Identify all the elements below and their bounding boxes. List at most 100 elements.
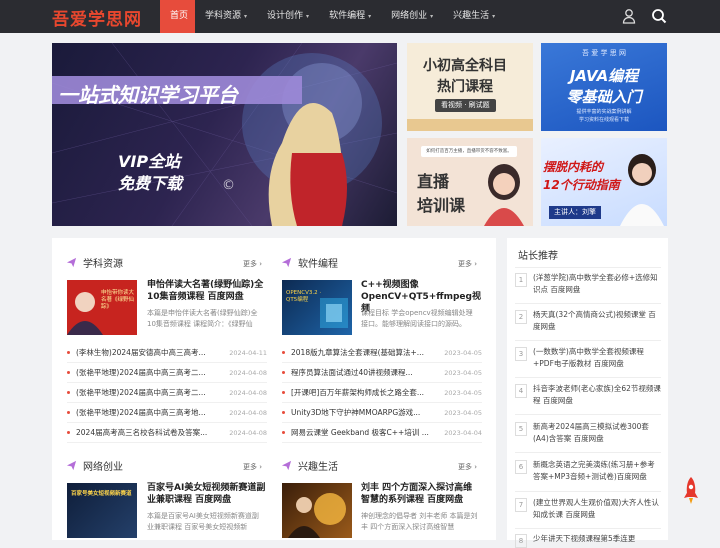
bullet-dot [67,351,70,354]
paper-plane-icon [66,257,77,267]
more-label: 更多 [458,463,472,471]
sidebar-item[interactable]: 1 (洋葱学院)高中数学全套必修+选修知识点 百度网盘 [515,272,661,296]
list-item-date: 2024-04-08 [229,428,267,437]
list-item-title: 程序员算法面试通过40讲视频课程... [291,368,413,377]
list-item-date: 2024-04-08 [229,408,267,417]
more-label: 更多 [243,463,257,471]
promo-tile-guide[interactable]: 摆脱内耗的 12个行动指南 主讲人：刘擎 [541,138,667,226]
divider [515,267,661,268]
list-item[interactable]: 2024届高考高三名校各科试卷及答案... 2024-04-08 [67,423,267,443]
list-item[interactable]: 程序员算法面试通过40讲视频课程... 2023-04-05 [282,363,482,383]
section-header-programming: 软件编程 [281,252,338,272]
list-item-title: (张艳平地理)2024届高中高三高考二... [76,368,206,377]
promo-tile-k12[interactable]: 小初高全科目 热门课程 看视频 · 刷试题 [407,43,533,131]
list-item-title: 网易云课堂 Geekband 极客C++培训 ... [291,428,429,437]
bullet-dot [282,431,285,434]
feature-thumbnail[interactable]: 百家号美女短视频新赛道 [67,483,137,538]
bullet-dot [282,351,285,354]
feature-thumbnail[interactable]: OPENCV3.2 · QT5编程 [282,280,352,335]
tile-guide-line2: 12个行动指南 [543,178,620,192]
top-navbar: 吾爱学思网 首页 学科资源 ▾ 设计创作 ▾ 软件编程 ▾ 网络创业 ▾ 兴趣生活 ▾ [0,0,720,33]
sidebar-item-label: 少年讲天下视频课程第5季连更 [533,534,636,543]
nav-subject-resources[interactable]: 学科资源 ▾ [195,0,257,33]
sidebar-item-label: (一数数学)高中数学全套视频课程+PDF电子版教材 百度网盘 [533,347,644,368]
thumbnail-text: 百家号美女短视频新赛道 [71,491,132,497]
bullet-dot [282,411,285,414]
list-item[interactable]: (张艳平地理)2024届高中高三高考二... 2024-04-08 [67,383,267,403]
list-item-date: 2023-04-05 [444,388,482,397]
nav-label: 设计创作 [267,11,304,21]
user-icon[interactable] [621,8,637,24]
sidebar-item-label: 抖音李波老师(老心家族)全62节视频课程 百度网盘 [533,384,661,405]
list-item[interactable]: (李林生物)2024届安德高中高三高考... 2024-04-11 [67,343,267,363]
sidebar-item-label: 新高考2024届高三模拟试卷300套(A4)含答案 百度网盘 [533,422,649,443]
more-link-entrepreneurship[interactable]: 更多 › [243,462,262,472]
divider [515,528,661,529]
sidebar-item-label: 新概念英语之完美演练(练习册+参考答案+MP3音频+测试卷)百度网盘 [533,460,655,481]
back-to-top-rocket-icon[interactable] [681,476,701,506]
list-item-date: 2023-04-05 [444,408,482,417]
list-item-date: 2024-04-11 [229,348,267,357]
feature-description: 本篇是申怡伴读大名著(绿野仙踪)全10集音频课程 课程简介：《绿野仙 [147,309,258,328]
hero-banner[interactable]: 一站式知识学习平台 VIP全站 免费下载 © [52,43,397,226]
tile-java-line2: 零基础入门 [566,88,642,106]
feature-title[interactable]: 百家号AI美女短视频新赛道副业兼职课程 百度网盘 [147,482,267,506]
nav-entrepreneurship[interactable]: 网络创业 ▾ [381,0,443,33]
chevron-down-icon: ▾ [306,13,310,20]
list-item[interactable]: [开课吧]百万年薪架构师成长之路全套... 2023-04-05 [282,383,482,403]
more-link-programming[interactable]: 更多 › [458,259,477,269]
search-icon[interactable] [651,8,667,24]
list-item[interactable]: (张艳平地理)2024届高中高三高考二... 2024-04-08 [67,363,267,383]
sidebar-item-label: 杨天真(32个高情商公式)视频课堂 百度网盘 [533,310,656,331]
nav-label: 网络创业 [391,11,428,21]
bullet-dot [282,391,285,394]
promo-tile-java[interactable]: 吾 爱 学 思 网 JAVA编程 零基础入门 提供丰富的实战案例讲解 学习资料在… [541,43,667,131]
rank-number: 4 [515,384,527,398]
tile-live-line1: 直播 [417,172,450,191]
section-header-entrepreneurship: 网络创业 [66,455,123,475]
more-link-subjects[interactable]: 更多 › [243,259,262,269]
sidebar-item[interactable]: 4 抖音李波老师(老心家族)全62节视频课程 百度网盘 [515,383,661,407]
nav-label: 学科资源 [205,11,242,21]
chevron-down-icon: ▾ [430,13,434,20]
feature-description: 神创理念的倡导者 刘丰老师 本篇是刘丰 四个方面深入探讨高维智慧 [361,512,478,531]
site-logo[interactable]: 吾爱学思网 [52,5,142,30]
feature-thumbnail[interactable] [282,483,352,538]
feature-description: 课程目标 学会opencv视频编辑处理接口。能够理解阅读接口的源码。 [361,309,473,328]
more-label: 更多 [243,260,257,268]
more-label: 更多 [458,260,472,268]
section-title: 网络创业 [83,461,123,473]
feature-title[interactable]: 刘丰 四个方面深入探讨高维智慧的系列课程 百度网盘 [361,482,481,506]
list-item[interactable]: 网易云课堂 Geekband 极客C++培训 ... 2023-04-04 [282,423,482,443]
sidebar-item[interactable]: 5 新高考2024届高三模拟试卷300套(A4)含答案 百度网盘 [515,421,661,445]
list-item[interactable]: Unity3D地下守护神MMOARPG游戏... 2023-04-05 [282,403,482,423]
list-item[interactable]: 2018版九章算法全套课程(基础算法+... 2023-04-05 [282,343,482,363]
more-link-lifestyle[interactable]: 更多 › [458,462,477,472]
feature-thumbnail[interactable]: 申怡带你读大名著《绿野仙踪》 [67,280,137,335]
banner-background [52,43,397,226]
thumbnail-art [288,493,346,538]
sidebar-item[interactable]: 7 (建立世界观人生观价值观)大齐人性认知成长课 百度网盘 [515,497,661,521]
chevron-down-icon: ▾ [244,13,248,20]
sidebar-item[interactable]: 6 新概念英语之完美演练(练习册+参考答案+MP3音频+测试卷)百度网盘 [515,459,661,483]
sidebar-item[interactable]: 8 少年讲天下视频课程第5季连更 [515,533,661,548]
rank-number: 5 [515,422,527,436]
divider [515,452,661,453]
nav-label: 兴趣生活 [453,11,490,21]
nav-design[interactable]: 设计创作 ▾ [257,0,319,33]
sidebar-item-label: (洋葱学院)高中数学全套必修+选修知识点 百度网盘 [533,273,658,294]
main-nav: 首页 学科资源 ▾ 设计创作 ▾ 软件编程 ▾ 网络创业 ▾ 兴趣生活 ▾ [160,0,505,33]
divider [515,491,661,492]
section-header-subjects: 学科资源 [66,252,123,272]
feature-title[interactable]: 申怡伴读大名著(绿野仙踪)全10集音频课程 百度网盘 [147,279,267,303]
nav-home[interactable]: 首页 [160,0,195,33]
tile-k12-desk [407,119,533,131]
rank-number: 7 [515,498,527,512]
promo-tile-livestream[interactable]: 如何打造百万主播，直播带货不容不致富。 直播 培训课 [407,138,533,226]
list-item[interactable]: (张艳平地理)2024届高中高三高考地... 2024-04-08 [67,403,267,423]
sidebar-item[interactable]: 2 杨天真(32个高情商公式)视频课堂 百度网盘 [515,309,661,333]
nav-lifestyle[interactable]: 兴趣生活 ▾ [443,0,505,33]
rank-number: 1 [515,273,527,287]
nav-programming[interactable]: 软件编程 ▾ [319,0,381,33]
sidebar-item[interactable]: 3 (一数数学)高中数学全套视频课程+PDF电子版教材 百度网盘 [515,346,661,370]
